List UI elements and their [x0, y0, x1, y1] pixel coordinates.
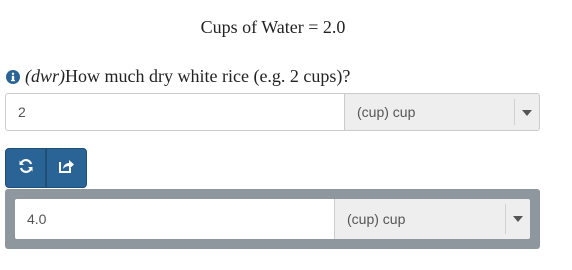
question-label: (dwr) How much dry white rice (e.g. 2 cu… — [6, 66, 350, 87]
rice-unit-selected: (cup) cup — [357, 104, 416, 120]
select-divider — [514, 99, 515, 125]
rice-unit-select[interactable]: (cup) cup — [344, 93, 540, 131]
refresh-button[interactable] — [5, 148, 46, 188]
question-variable: (dwr) — [25, 66, 65, 86]
action-button-group — [5, 148, 87, 188]
select-divider — [505, 204, 506, 234]
refresh-icon — [18, 158, 34, 179]
water-output-group: (cup) cup — [15, 199, 535, 239]
rice-amount-input[interactable] — [5, 93, 344, 131]
chevron-down-icon — [522, 110, 532, 116]
rice-input-group: (cup) cup — [5, 93, 540, 131]
water-unit-selected: (cup) cup — [347, 211, 406, 227]
question-text: How much dry white rice (e.g. 2 cups)? — [65, 66, 351, 86]
share-icon — [58, 158, 75, 179]
result-title: Cups of Water = 2.0 — [200, 17, 346, 37]
chevron-down-icon — [513, 216, 523, 222]
share-button[interactable] — [46, 148, 87, 188]
info-circle-icon[interactable] — [6, 69, 20, 84]
water-unit-select[interactable]: (cup) cup — [334, 199, 530, 239]
result-panel: (cup) cup — [5, 189, 540, 249]
water-amount-output[interactable] — [15, 199, 334, 239]
